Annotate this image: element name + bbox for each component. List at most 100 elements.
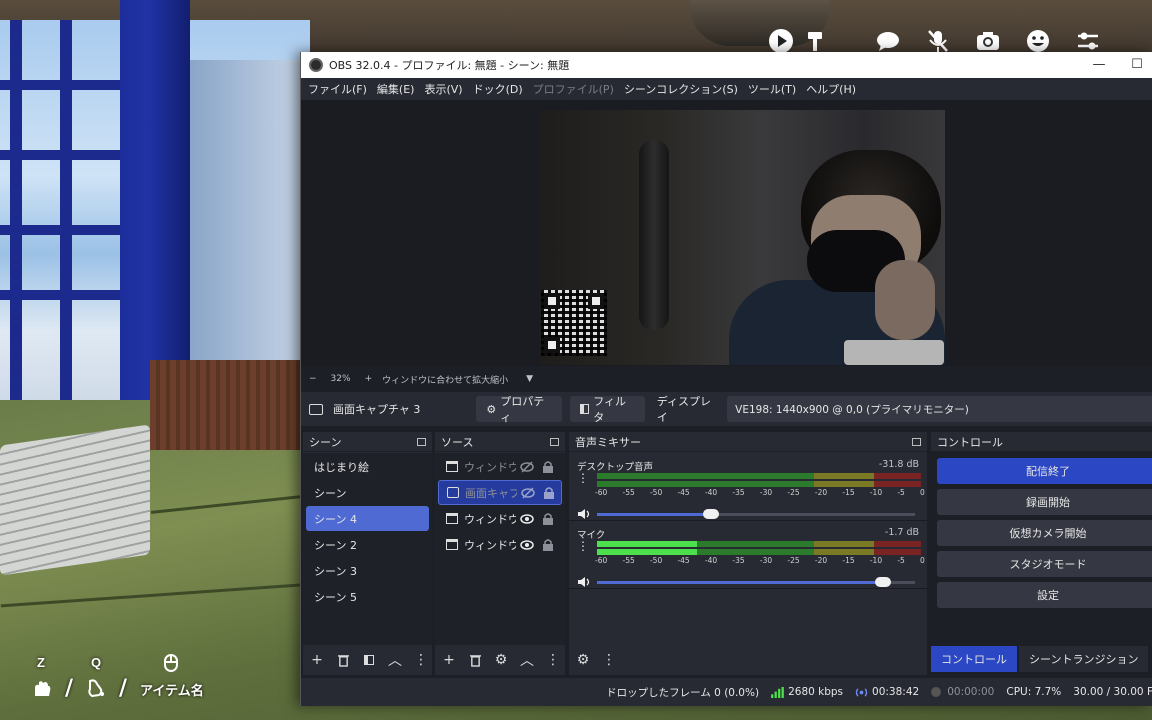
preview-canvas[interactable] bbox=[539, 110, 945, 365]
signal-bars-icon bbox=[771, 686, 784, 698]
track-menu-icon[interactable]: ⋮ bbox=[577, 540, 589, 552]
tab-scene-transitions[interactable]: シーントランジション bbox=[1019, 646, 1149, 672]
zoom-value: 32% bbox=[330, 374, 351, 384]
title-bar[interactable]: OBS 32.0.4 - プロファイル: 無題 - シーン: 無題 — ☐ bbox=[301, 52, 1152, 78]
scene-menu-button[interactable]: ⋮ bbox=[413, 652, 429, 668]
preview-panel[interactable] bbox=[301, 100, 1152, 366]
controls-buttons: 配信終了 録画開始 仮想カメラ開始 スタジオモード 設定 bbox=[931, 458, 1152, 613]
remove-source-button[interactable] bbox=[467, 652, 483, 668]
tab-controls[interactable]: コントロール bbox=[931, 646, 1017, 672]
bitrate-value: 2680 kbps bbox=[788, 686, 844, 698]
lock-icon[interactable] bbox=[543, 486, 555, 500]
scenes-dock: シーン はじまり絵 シーン シーン 4 シーン 2 シーン 3 シーン 5 + … bbox=[303, 432, 432, 675]
properties-button[interactable]: ⚙ プロパティ bbox=[476, 395, 562, 424]
room-wall bbox=[190, 60, 310, 390]
mixer-settings-button[interactable]: ⚙ bbox=[575, 652, 591, 668]
scene-item-scene-4[interactable]: シーン 4 bbox=[306, 506, 429, 531]
broadcast-icon bbox=[855, 687, 868, 697]
menu-docks[interactable]: ドック(D) bbox=[468, 81, 528, 97]
display-select[interactable]: VE198: 1440x900 @ 0,0 (プライマリモニター) bbox=[727, 396, 1152, 422]
menu-tools[interactable]: ツール(T) bbox=[743, 81, 801, 97]
track-menu-icon[interactable]: ⋮ bbox=[577, 472, 589, 484]
scene-filters-button[interactable] bbox=[361, 652, 377, 668]
source-item[interactable]: ウィンドウキ bbox=[438, 506, 562, 531]
meter-tick-label: -15 bbox=[842, 556, 855, 565]
menu-file[interactable]: ファイル(F) bbox=[303, 81, 372, 97]
meter-tick-label: -20 bbox=[814, 556, 828, 565]
filters-button[interactable]: フィルタ bbox=[569, 395, 645, 424]
source-item[interactable]: ウィンドウキ bbox=[438, 454, 562, 479]
undock-icon[interactable] bbox=[550, 437, 559, 446]
scene-item-scene[interactable]: シーン bbox=[306, 480, 429, 505]
lock-icon[interactable] bbox=[542, 460, 554, 474]
undock-icon[interactable] bbox=[912, 437, 921, 446]
eye-icon[interactable] bbox=[520, 512, 534, 526]
source-properties-button[interactable]: ⚙ bbox=[493, 652, 509, 668]
speaker-icon[interactable] bbox=[577, 507, 591, 521]
minimize-icon[interactable]: — bbox=[1089, 55, 1109, 75]
lock-icon[interactable] bbox=[542, 538, 554, 552]
meter-tick-label: -60 bbox=[595, 488, 608, 497]
controls-dock: コントロール 配信終了 録画開始 仮想カメラ開始 スタジオモード 設定 bbox=[931, 432, 1152, 675]
cushion-stack bbox=[0, 424, 150, 576]
cup bbox=[844, 340, 944, 365]
window-icon bbox=[446, 461, 458, 472]
menu-edit[interactable]: 編集(E) bbox=[372, 81, 420, 97]
meter-tick-label: -30 bbox=[759, 488, 773, 497]
menu-scene-collection[interactable]: シーンコレクション(S) bbox=[619, 81, 743, 97]
undock-icon[interactable] bbox=[417, 437, 426, 446]
scene-item-hajimari[interactable]: はじまり絵 bbox=[306, 454, 429, 479]
studio-mode-button[interactable]: スタジオモード bbox=[937, 551, 1152, 577]
start-virtual-camera-button[interactable]: 仮想カメラ開始 bbox=[937, 520, 1152, 546]
hand-grab-icon bbox=[32, 679, 52, 697]
microphone-stand bbox=[639, 140, 669, 330]
sources-header: ソース bbox=[435, 432, 565, 452]
zoom-in-button[interactable]: + bbox=[365, 374, 373, 384]
source-menu-button[interactable]: ⋮ bbox=[545, 652, 561, 668]
scene-item-scene-3[interactable]: シーン 3 bbox=[306, 558, 429, 583]
scene-item-scene-5[interactable]: シーン 5 bbox=[306, 584, 429, 609]
eye-icon[interactable] bbox=[520, 538, 534, 552]
settings-button[interactable]: 設定 bbox=[937, 582, 1152, 608]
lock-icon[interactable] bbox=[542, 512, 554, 526]
filter-icon bbox=[579, 404, 590, 414]
zoom-dropdown-icon[interactable]: ▼ bbox=[526, 374, 533, 384]
volume-slider[interactable] bbox=[597, 509, 915, 519]
source-list: ウィンドウキ 画面キャプ ウィンドウキ ウィンドウキ bbox=[435, 453, 565, 645]
add-source-button[interactable]: + bbox=[441, 652, 457, 668]
menu-help[interactable]: ヘルプ(H) bbox=[801, 81, 861, 97]
source-item[interactable]: ウィンドウキ bbox=[438, 532, 562, 557]
scene-item-scene-2[interactable]: シーン 2 bbox=[306, 532, 429, 557]
menu-view[interactable]: 表示(V) bbox=[419, 81, 467, 97]
zoom-out-button[interactable]: − bbox=[309, 374, 317, 384]
mixer-menu-button[interactable]: ⋮ bbox=[601, 652, 617, 668]
add-scene-button[interactable]: + bbox=[309, 652, 325, 668]
move-scene-up-button[interactable]: ︿ bbox=[387, 652, 403, 669]
volume-slider[interactable] bbox=[597, 577, 915, 587]
maximize-icon[interactable]: ☐ bbox=[1127, 55, 1147, 75]
meter-tick-label: -5 bbox=[897, 556, 905, 565]
meter-tick-label: 0 bbox=[920, 556, 925, 565]
fit-to-window-button[interactable]: ウィンドウに合わせて拡大縮小 bbox=[382, 373, 508, 386]
meter-tick-label: -55 bbox=[622, 556, 635, 565]
track-db: -1.7 dB bbox=[884, 527, 919, 538]
source-toolbar: 画面キャプチャ 3 ⚙ プロパティ フィルタ ディスプレイ VE198: 144… bbox=[301, 392, 1152, 426]
speaker-icon[interactable] bbox=[577, 575, 591, 589]
start-recording-button[interactable]: 録画開始 bbox=[937, 489, 1152, 515]
level-meter bbox=[597, 541, 921, 547]
eye-hidden-icon[interactable] bbox=[521, 486, 535, 500]
eye-hidden-icon[interactable] bbox=[520, 460, 534, 474]
stop-streaming-button[interactable]: 配信終了 bbox=[937, 458, 1152, 484]
meter-ticks: -60 -55 -50 -45 -40 -35 -30 -25 -20 -15 -10 -5 0 bbox=[595, 488, 925, 500]
meter-tick-label: -5 bbox=[897, 488, 905, 497]
meter-tick-label: -20 bbox=[814, 488, 828, 497]
record-time-status: 00:00:00 bbox=[931, 686, 994, 698]
sources-dock: ソース ウィンドウキ 画面キャプ ウィンドウキ bbox=[435, 432, 565, 675]
remove-scene-button[interactable] bbox=[335, 652, 351, 668]
source-item-selected[interactable]: 画面キャプ bbox=[438, 480, 562, 505]
window-icon bbox=[446, 513, 458, 524]
move-source-up-button[interactable]: ︿ bbox=[519, 652, 535, 669]
record-time: 00:00:00 bbox=[947, 686, 995, 698]
meter-tick-label: -10 bbox=[869, 488, 883, 497]
stream-time-status: 00:38:42 bbox=[855, 686, 919, 698]
